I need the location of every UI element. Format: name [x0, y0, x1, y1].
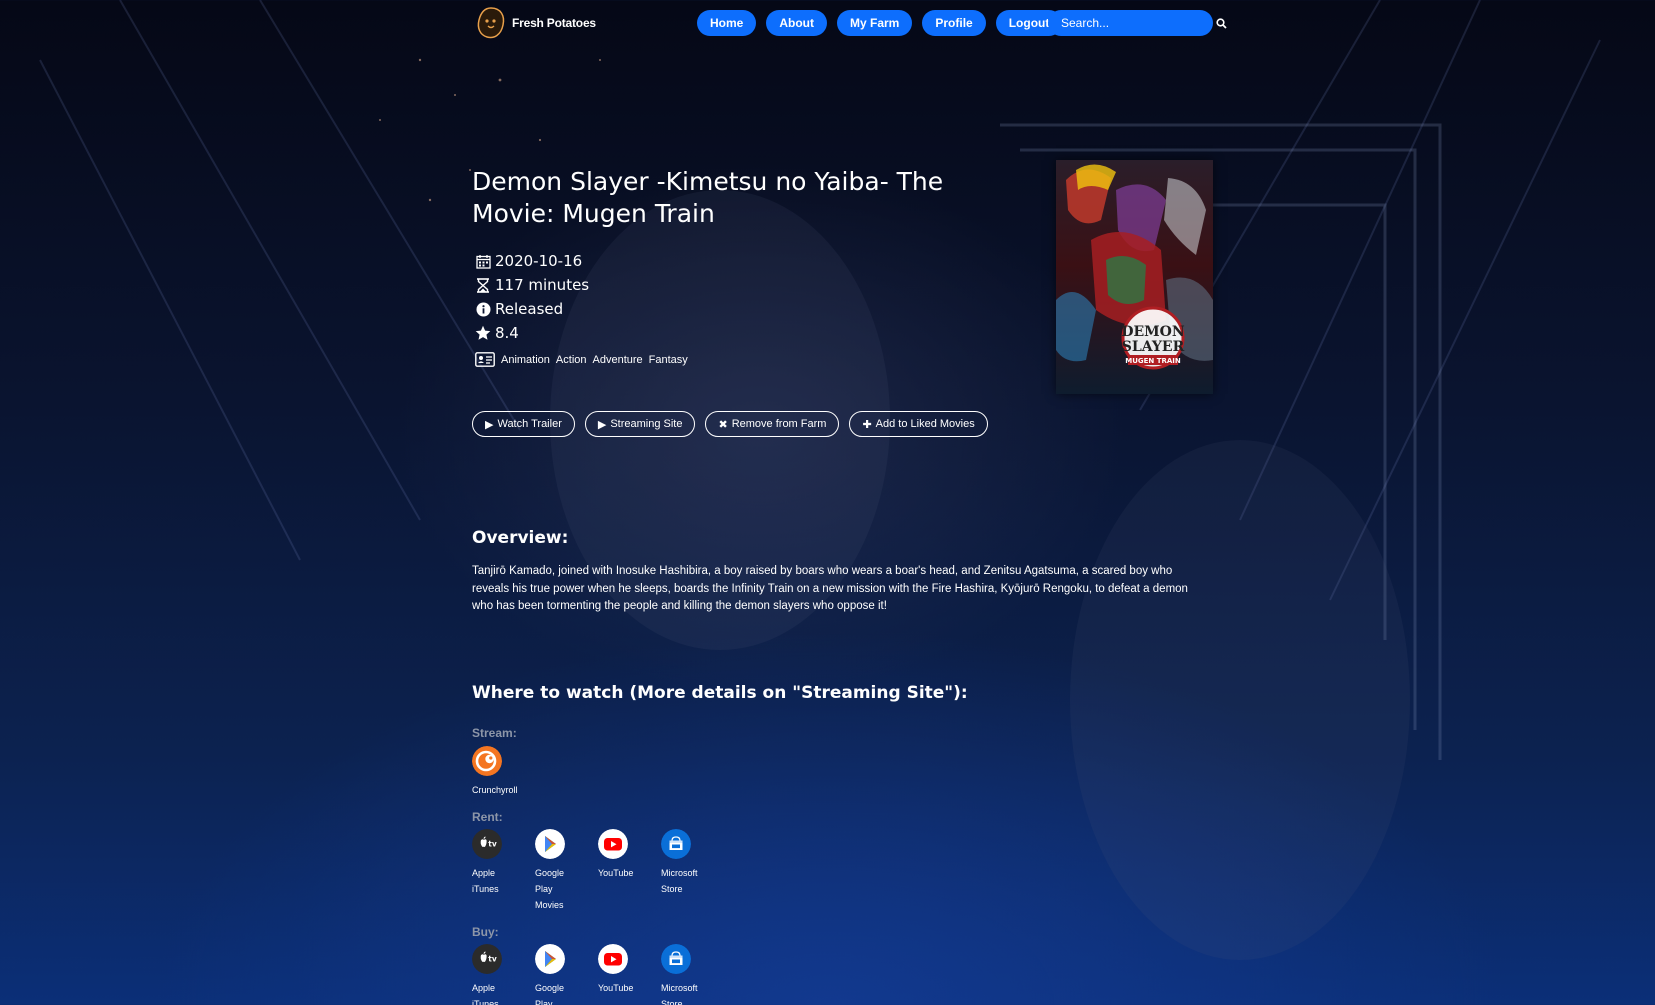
play-icon: ▶: [485, 418, 494, 431]
genre-tag: Fantasy: [648, 354, 688, 366]
provider-name: YouTube: [598, 868, 634, 878]
overview-heading: Overview:: [472, 528, 569, 548]
add-to-liked-label: Add to Liked Movies: [875, 418, 975, 430]
provider-name: Microsoft Store: [661, 868, 698, 894]
provider-google-play-movies[interactable]: Google Play Movies: [535, 829, 598, 913]
potato-icon: [477, 7, 505, 39]
where-to-watch-heading: Where to watch (More details on "Streami…: [472, 683, 968, 703]
provider-name: Microsoft Store: [661, 983, 698, 1005]
provider-name: Apple iTunes: [472, 983, 499, 1005]
watch-trailer-button[interactable]: ▶ Watch Trailer: [472, 411, 575, 437]
genre-tag: Animation: [501, 354, 550, 366]
main-nav: Home About My Farm Profile Logout: [697, 10, 1063, 36]
apple-tv-icon: tv: [472, 944, 502, 974]
rent-label: Rent:: [472, 810, 503, 824]
provider-name: YouTube: [598, 983, 634, 993]
buy-providers: tv Apple iTunes Google Play Movies YouTu…: [472, 944, 724, 1005]
genre-list: Animation Action Adventure Fantasy: [475, 347, 694, 373]
remove-from-farm-button[interactable]: ✖ Remove from Farm: [705, 411, 840, 437]
runtime: 117 minutes: [495, 276, 590, 294]
status-row: Released: [475, 297, 694, 321]
youtube-icon: [598, 944, 628, 974]
nav-profile-button[interactable]: Profile: [922, 10, 986, 36]
movie-actions: ▶ Watch Trailer ▶ Streaming Site ✖ Remov…: [472, 411, 988, 437]
nav-about-button[interactable]: About: [766, 10, 827, 36]
streaming-site-label: Streaming Site: [610, 418, 683, 430]
genre-tag: Action: [555, 354, 587, 366]
add-to-liked-button[interactable]: ✚ Add to Liked Movies: [849, 411, 988, 437]
id-card-icon: [475, 352, 495, 368]
poster-title-line1: DEMON: [1121, 324, 1185, 340]
overview-text: Tanjirō Kamado, joined with Inosuke Hash…: [472, 565, 1188, 612]
stream-label: Stream:: [472, 726, 517, 740]
provider-name: Apple iTunes: [472, 868, 499, 894]
runtime-row: 117 minutes: [475, 273, 694, 297]
movie-title: Demon Slayer -Kimetsu no Yaiba- The Movi…: [472, 167, 944, 228]
provider-apple-itunes[interactable]: tv Apple iTunes: [472, 944, 535, 1005]
provider-microsoft-store[interactable]: Microsoft Store: [661, 829, 724, 913]
poster-title-line2: SLAYER: [1122, 339, 1185, 355]
provider-microsoft-store[interactable]: Microsoft Store: [661, 944, 724, 1005]
crunchyroll-icon: [472, 746, 502, 776]
plus-icon: ✚: [862, 418, 872, 431]
nav-my-farm-button[interactable]: My Farm: [837, 10, 913, 36]
calendar-icon: [475, 253, 491, 269]
hourglass-icon: [475, 277, 491, 293]
info-icon: [475, 301, 491, 317]
provider-crunchyroll[interactable]: Crunchyroll: [472, 746, 535, 798]
provider-name: Google Play Movies: [535, 868, 565, 910]
stream-providers: Crunchyroll: [472, 746, 535, 798]
play-icon: ▶: [597, 418, 607, 431]
movie-meta: 2020-10-16 117 minutes Released 8.4 Anim…: [475, 249, 694, 373]
watch-trailer-label: Watch Trailer: [497, 418, 562, 430]
provider-apple-itunes[interactable]: tv Apple iTunes: [472, 829, 535, 913]
remove-from-farm-label: Remove from Farm: [731, 418, 827, 430]
release-status: Released: [495, 300, 564, 318]
brand-name: Fresh Potatoes: [512, 16, 596, 30]
search-box: [1048, 10, 1227, 36]
svg-text:tv: tv: [488, 840, 497, 849]
svg-text:tv: tv: [488, 955, 497, 964]
rent-providers: tv Apple iTunes Google Play Movies YouTu…: [472, 829, 724, 913]
provider-youtube[interactable]: YouTube: [598, 944, 661, 1005]
release-date-row: 2020-10-16: [475, 249, 694, 273]
poster-subtitle: MUGEN TRAIN: [1125, 357, 1181, 365]
google-play-icon: [535, 829, 565, 859]
provider-name: Crunchyroll: [472, 785, 518, 795]
provider-name: Google Play Movies: [535, 983, 565, 1005]
streaming-site-button[interactable]: ▶ Streaming Site: [584, 411, 696, 437]
nav-home-button[interactable]: Home: [697, 10, 757, 36]
release-date: 2020-10-16: [495, 252, 583, 270]
search-icon[interactable]: [1216, 10, 1227, 36]
google-play-icon: [535, 944, 565, 974]
provider-google-play-movies[interactable]: Google Play Movies: [535, 944, 598, 1005]
microsoft-store-icon: [661, 829, 691, 859]
close-icon: ✖: [718, 418, 728, 431]
buy-label: Buy:: [472, 925, 499, 939]
microsoft-store-icon: [661, 944, 691, 974]
rating: 8.4: [495, 324, 519, 342]
apple-tv-icon: tv: [472, 829, 502, 859]
genre-tag: Adventure: [592, 354, 643, 366]
provider-youtube[interactable]: YouTube: [598, 829, 661, 913]
star-icon: [475, 325, 491, 341]
rating-row: 8.4: [475, 321, 694, 345]
search-input[interactable]: [1048, 10, 1216, 36]
youtube-icon: [598, 829, 628, 859]
brand-logo[interactable]: Fresh Potatoes: [476, 6, 596, 40]
movie-poster: DEMON SLAYER MUGEN TRAIN: [1056, 160, 1213, 394]
